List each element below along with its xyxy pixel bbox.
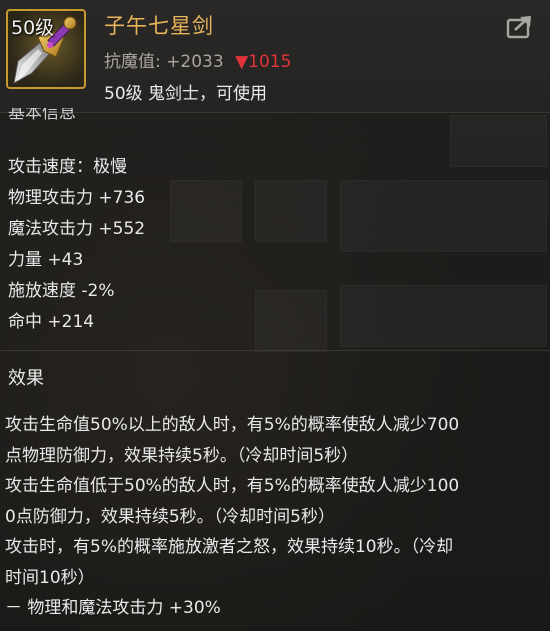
effect-line: 攻击生命值50%以上的敌人时，有5%的概率使敌人减少700 (5, 415, 460, 435)
stat-cast-speed: 施放速度 -2% (8, 281, 115, 301)
share-icon (506, 16, 531, 39)
item-icon-frame[interactable]: 50级 (6, 9, 86, 89)
stat-attack-speed: 攻击速度：极慢 (8, 157, 127, 177)
stat-physical-attack: 物理攻击力 +736 (8, 188, 146, 208)
stat-magic-attack: 魔法攻击力 +552 (8, 219, 146, 239)
effect-section-title: 效果 (8, 368, 44, 389)
item-requirement: 50级 鬼剑士，可使用 (104, 84, 268, 104)
magic-resist-change-value: 1015 (248, 52, 292, 72)
down-arrow-icon: ▼ (235, 52, 249, 72)
effect-line: － 物理和魔法攻击力 +30% (5, 598, 221, 618)
effect-line: 攻击生命值低于50%的敌人时，有5%的概率使敌人减少100 (5, 476, 460, 496)
effect-line: 攻击时，有5%的概率施放激者之怒，效果持续10秒。（冷却 (5, 537, 454, 557)
magic-resist-value: +2033 (166, 52, 224, 72)
background-panel (340, 180, 547, 252)
effect-line: 点物理防御力，效果持续5秒。（冷却时间5秒） (5, 445, 359, 466)
stat-hit-rate: 命中 +214 (8, 312, 95, 332)
item-name: 子午七星剑 (104, 14, 214, 38)
background-slot (255, 290, 327, 352)
background-panel (450, 115, 547, 167)
background-slot (170, 180, 242, 242)
basic-info-heading: 基本信息 (8, 108, 76, 122)
stat-strength: 力量 +43 (8, 250, 84, 270)
stats-list: 攻击速度：极慢 物理攻击力 +736 魔法攻击力 +552 力量 +43 施放速… (8, 152, 145, 338)
background-panel (340, 285, 547, 347)
background-slot (255, 180, 327, 242)
magic-resist-line: 抗魔值: +2033 ▼1015 (104, 47, 291, 72)
item-tooltip: 50级 子午七星剑 抗魔值: +2033 ▼1015 50级 鬼剑士，可使用 基… (0, 0, 550, 631)
magic-resist-change: ▼1015 (235, 52, 291, 72)
effect-line: 时间10秒） (5, 567, 95, 588)
item-level-badge: 50级 (11, 17, 55, 39)
magic-resist-label: 抗魔值: (104, 52, 161, 72)
effect-line: 0点防御力，效果持续5秒。（冷却时间5秒） (5, 506, 335, 527)
effects-list: 攻击生命值50%以上的敌人时，有5%的概率使敌人减少700 点物理防御力，效果持… (5, 410, 545, 624)
section-divider (0, 350, 550, 351)
share-button[interactable] (506, 15, 534, 39)
item-header: 50级 子午七星剑 抗魔值: +2033 ▼1015 50级 鬼剑士，可使用 (0, 0, 550, 113)
